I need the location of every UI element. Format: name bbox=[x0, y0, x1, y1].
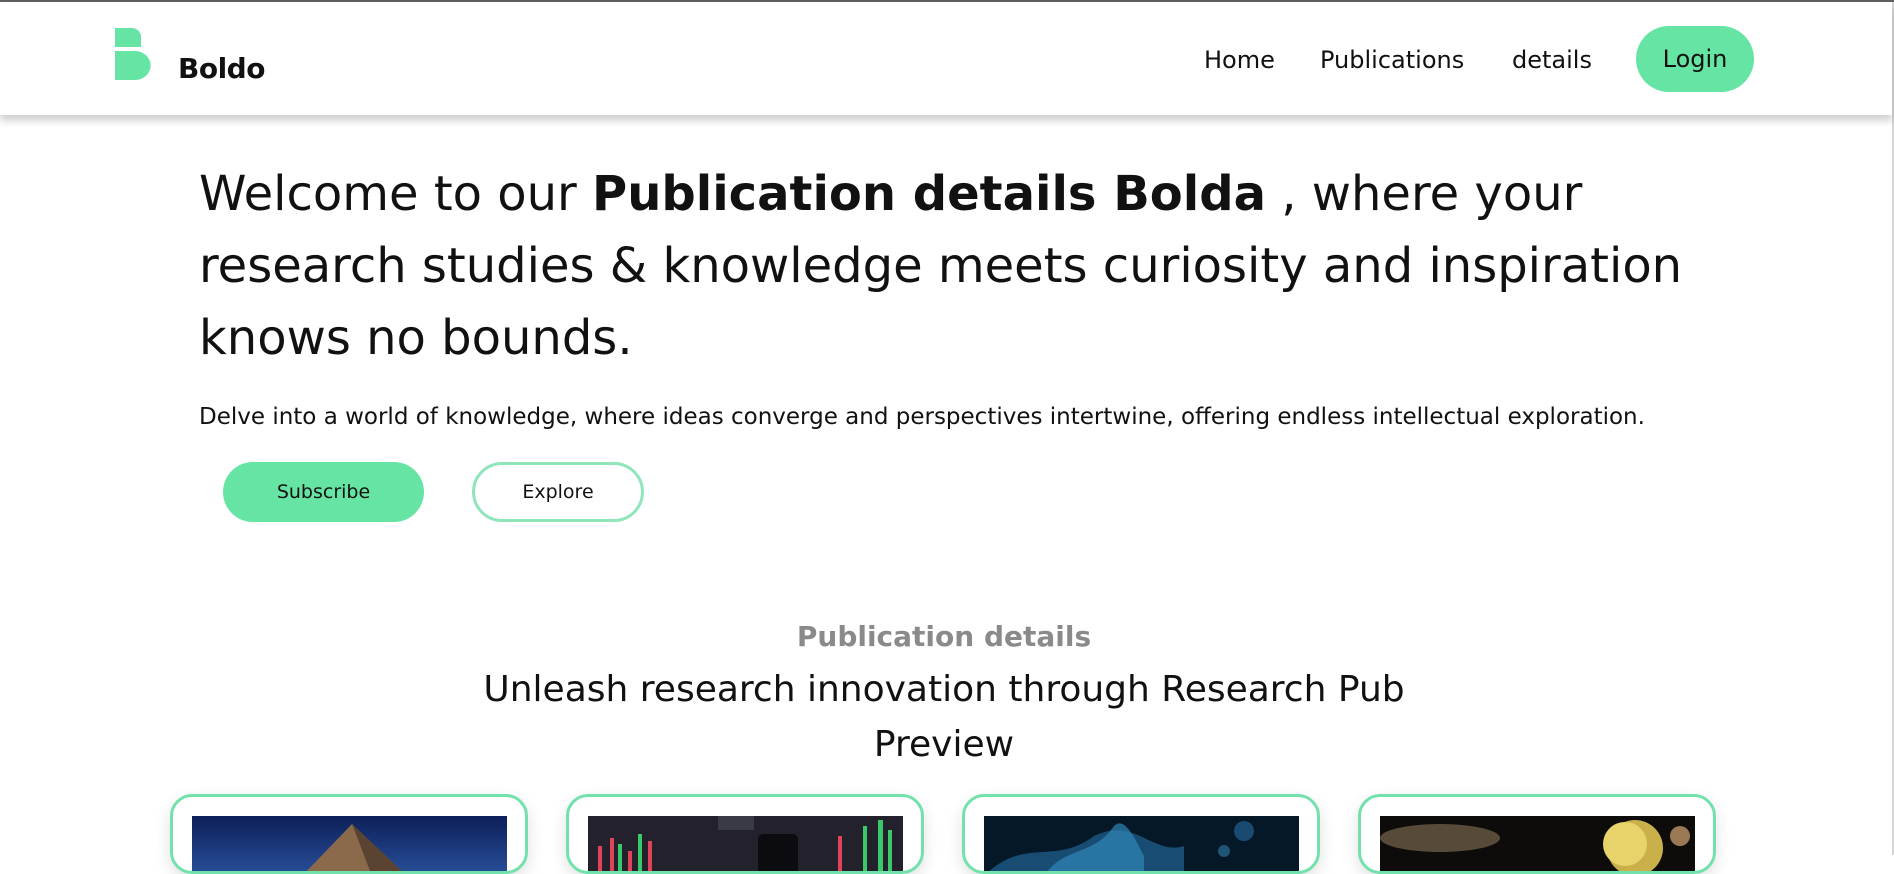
publication-card[interactable] bbox=[962, 794, 1320, 874]
hero-title: Welcome to our Publication details Bolda… bbox=[199, 158, 1729, 374]
login-button[interactable]: Login bbox=[1636, 26, 1754, 92]
hero-title-highlight: Publication details Bolda bbox=[592, 166, 1266, 222]
nav-publications-link[interactable]: Publications bbox=[1320, 46, 1464, 74]
publication-card[interactable] bbox=[170, 794, 528, 874]
blue-smoke-image bbox=[984, 816, 1299, 871]
site-header: Boldo Home Publications details Login bbox=[0, 2, 1892, 115]
pyramid-night-image bbox=[192, 816, 507, 871]
boldo-logo-icon[interactable] bbox=[115, 28, 157, 80]
brand-name[interactable]: Boldo bbox=[178, 52, 265, 85]
hero-subtitle: Delve into a world of knowledge, where i… bbox=[199, 404, 1645, 430]
planets-space-image bbox=[1380, 816, 1695, 871]
subscribe-button[interactable]: Subscribe bbox=[223, 462, 424, 522]
explore-button[interactable]: Explore bbox=[472, 462, 644, 522]
nav-home-link[interactable]: Home bbox=[1204, 46, 1275, 74]
nav-details-link[interactable]: details bbox=[1512, 46, 1592, 74]
section-eyebrow: Publication details bbox=[796, 620, 1092, 653]
publication-card[interactable] bbox=[566, 794, 924, 874]
stock-chart-image bbox=[588, 816, 903, 871]
hero-title-prefix: Welcome to our bbox=[199, 166, 593, 222]
publication-card[interactable] bbox=[1358, 794, 1716, 874]
section-title: Unleash research innovation through Rese… bbox=[483, 669, 1405, 765]
